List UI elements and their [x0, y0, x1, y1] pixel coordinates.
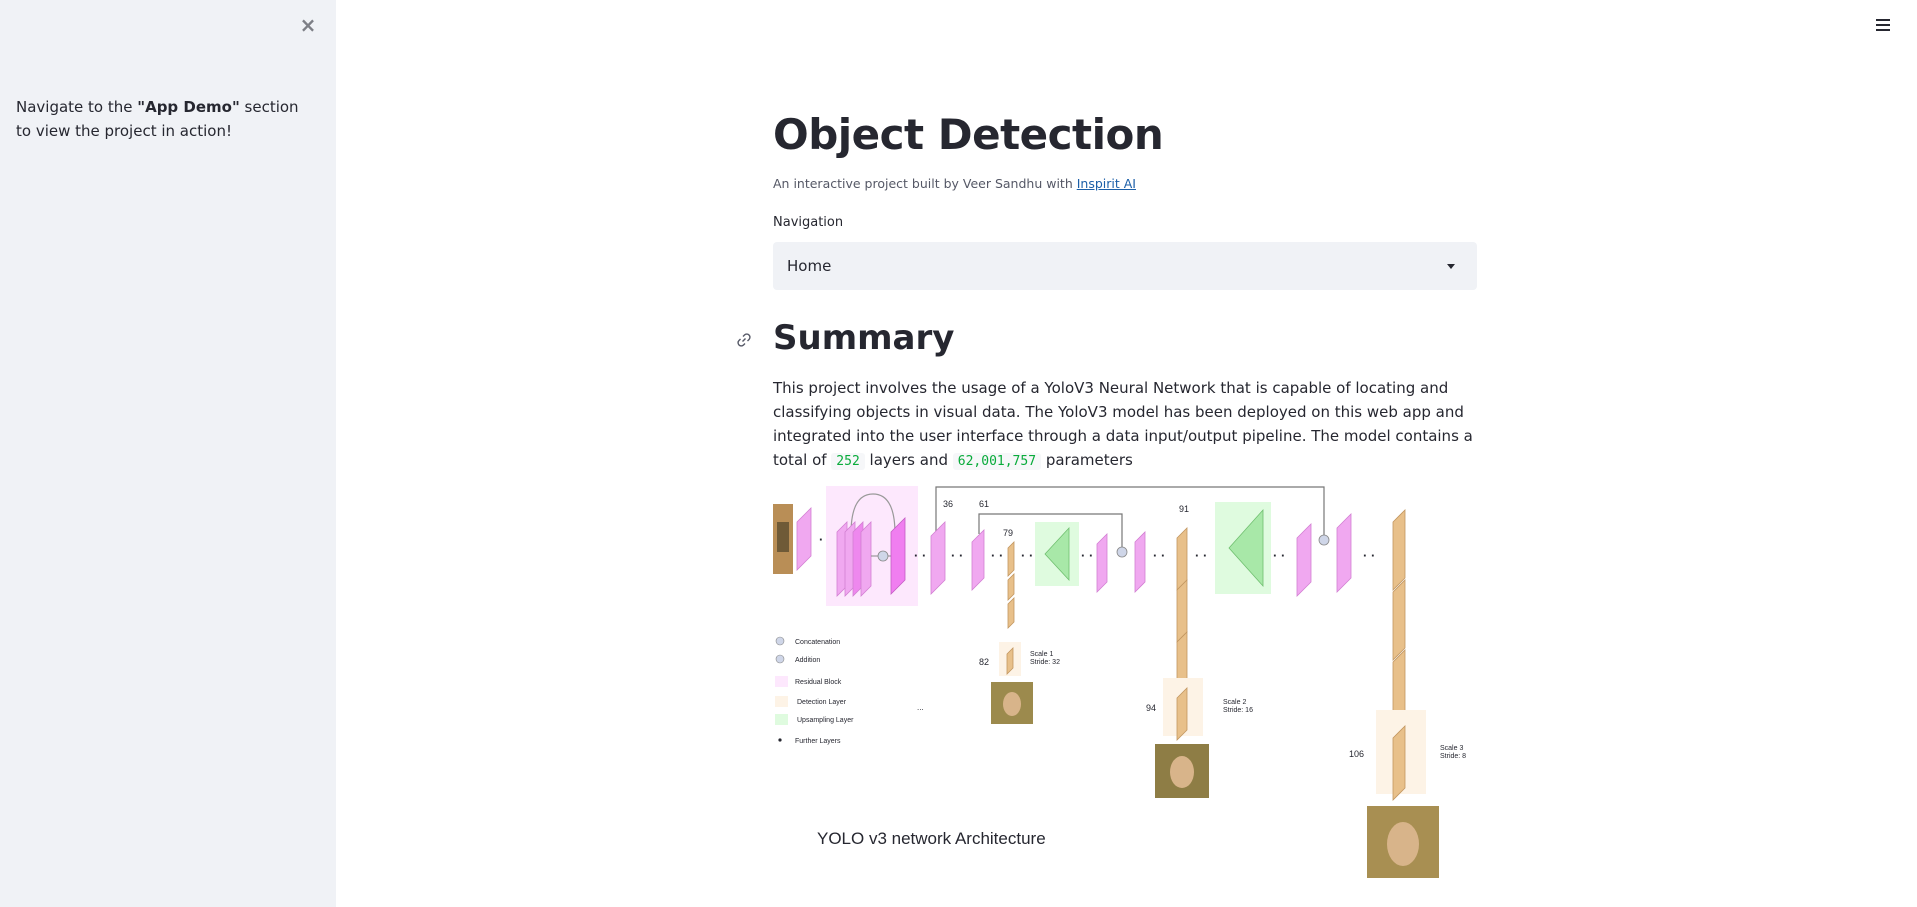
layer-label: 94 [1146, 703, 1156, 713]
anchor-link-icon[interactable] [734, 330, 754, 350]
page-subtitle: An interactive project built by Veer San… [773, 176, 1136, 191]
layers-count-code: 252 [831, 453, 865, 470]
scale1-stride: Stride: 32 [1030, 659, 1060, 666]
close-sidebar-icon[interactable]: × [297, 14, 319, 36]
svg-text:· ·: · · [1195, 548, 1207, 563]
svg-text:· ·: · · [991, 548, 1003, 563]
layer-label: 106 [1349, 749, 1364, 759]
legend-item: Detection Layer [797, 699, 847, 706]
scale3-label: Scale 3 [1440, 745, 1463, 752]
legend-item: Further Layers [795, 738, 841, 745]
layer-label: 61 [979, 499, 989, 509]
layer-label: 82 [979, 657, 989, 667]
hamburger-menu-icon[interactable] [1870, 16, 1896, 40]
layer-label: 36 [943, 499, 953, 509]
scale2-stride: Stride: 16 [1223, 707, 1253, 714]
sidebar: × Navigate to the "App Demo" section to … [0, 0, 336, 907]
scale2-label: Scale 2 [1223, 699, 1246, 706]
yolo-architecture-figure: · · · · 36 · · 61 · · 79 · · · · · · 91 … [773, 486, 1466, 878]
legend-item: Addition [795, 657, 820, 664]
subtitle-text: An interactive project built by Veer San… [773, 176, 1077, 191]
caret-down-icon [1447, 264, 1455, 269]
svg-text:· ·: · · [951, 548, 963, 563]
svg-text:· ·: · · [1021, 548, 1033, 563]
svg-text:· ·: · · [1363, 548, 1375, 563]
legend-item: Upsampling Layer [797, 717, 854, 724]
svg-text:· ·: · · [1273, 548, 1285, 563]
scale3-stride: Stride: 8 [1440, 753, 1466, 760]
figure-caption: YOLO v3 network Architecture [817, 829, 1046, 848]
layer-label: 91 [1179, 504, 1189, 514]
navigation-selected-value: Home [787, 257, 832, 275]
svg-text:...: ... [917, 703, 924, 712]
svg-text:· ·: · · [1153, 548, 1165, 563]
residual-layer [796, 507, 812, 571]
navigation-label: Navigation [773, 215, 844, 230]
summary-paragraph: This project involves the usage of a Yol… [773, 376, 1477, 474]
layer-label: 79 [1003, 528, 1013, 538]
sidebar-instructions: Navigate to the "App Demo" section to vi… [16, 95, 316, 143]
sidebar-text-start: Navigate to the [16, 98, 138, 116]
svg-text:· ·: · · [1081, 548, 1093, 563]
navigation-select[interactable]: Home [773, 242, 1477, 290]
svg-text:· ·: · · [914, 548, 926, 563]
inspirit-ai-link[interactable]: Inspirit AI [1077, 176, 1136, 191]
summary-text-3: parameters [1041, 451, 1133, 469]
legend-item: Residual Block [795, 679, 842, 686]
summary-text-2: layers and [864, 451, 953, 469]
legend-item: Concatenation [795, 639, 840, 646]
page-title: Object Detection [773, 110, 1164, 159]
scale1-label: Scale 1 [1030, 651, 1053, 658]
sidebar-text-bold: "App Demo" [137, 98, 240, 116]
summary-heading: Summary [773, 318, 955, 358]
params-count-code: 62,001,757 [952, 453, 1042, 470]
